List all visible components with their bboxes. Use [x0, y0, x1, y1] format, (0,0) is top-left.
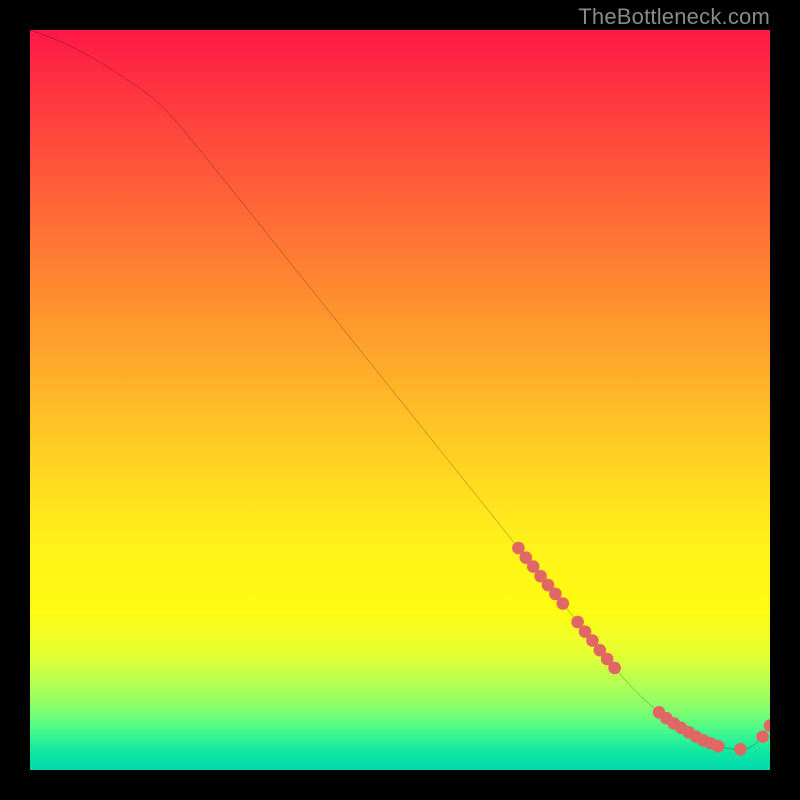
plot-area [30, 30, 770, 770]
data-point [756, 730, 769, 743]
data-point [764, 719, 770, 732]
curve-line [30, 30, 770, 749]
chart-frame: TheBottleneck.com [0, 0, 800, 800]
data-point [712, 740, 725, 753]
data-point [557, 597, 570, 610]
watermark-text: TheBottleneck.com [578, 4, 770, 30]
chart-svg [30, 30, 770, 770]
data-point [608, 662, 621, 675]
curve-markers [512, 542, 770, 756]
data-point [734, 743, 747, 756]
